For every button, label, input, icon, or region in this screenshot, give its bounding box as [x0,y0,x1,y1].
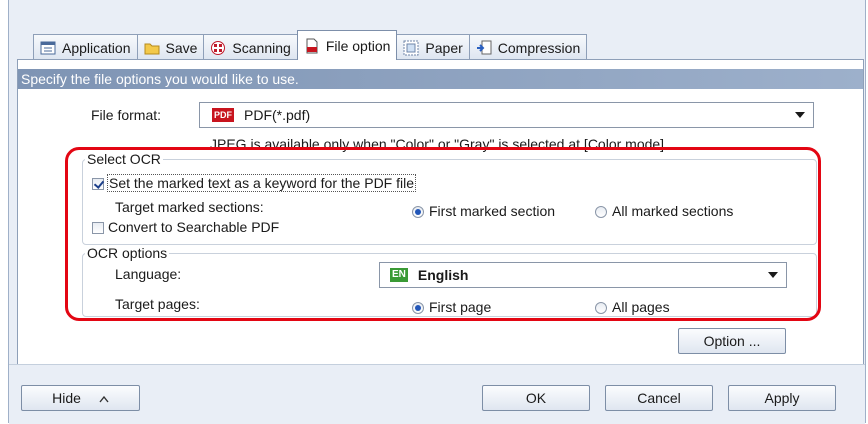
all-marked-radio[interactable] [595,206,607,218]
tab-paper-label: Paper [425,39,463,56]
instruction-banner: Specify the file options you would like … [18,69,863,89]
target-marked-label: Target marked sections: [115,199,264,215]
all-pages-label[interactable]: All pages [612,299,670,315]
chevron-down-icon [795,112,805,118]
keyword-checkbox[interactable] [92,178,104,190]
tab-save[interactable]: Save [136,34,205,60]
keyword-checkbox-label[interactable]: Set the marked text as a keyword for the… [106,174,417,192]
tab-paper[interactable]: Paper [396,34,470,60]
all-marked-label[interactable]: All marked sections [612,203,733,219]
tab-application[interactable]: Application [33,34,138,60]
language-label: Language: [115,266,182,282]
hide-button[interactable]: Hide [21,385,140,411]
file-format-label: File format: [91,107,162,123]
first-page-label[interactable]: First page [429,299,491,315]
first-page-radio[interactable] [412,302,424,314]
application-icon [40,40,56,56]
bottom-bar: Hide OK Cancel Apply [9,364,865,424]
compression-icon [476,40,492,56]
option-button[interactable]: Option ... [678,328,786,354]
paper-icon [403,40,419,56]
language-dropdown[interactable]: EN English [379,262,787,288]
tab-file-option[interactable]: File option [296,30,398,60]
tab-compression-label: Compression [497,39,581,56]
searchable-pdf-label[interactable]: Convert to Searchable PDF [108,219,279,235]
ok-button[interactable]: OK [482,385,590,411]
file-format-value: PDF(*.pdf) [244,107,311,123]
tab-scanning[interactable]: Scanning [203,34,298,60]
cancel-button[interactable]: Cancel [605,385,713,411]
tab-save-label: Save [165,39,198,56]
chevron-down-icon [768,272,778,278]
chevron-up-icon [99,390,109,406]
first-marked-radio[interactable] [412,206,424,218]
scan-settings-window: Application Save Scanning File option Pa… [8,0,866,424]
tab-application-label: Application [62,39,131,56]
select-ocr-title: Select OCR [85,151,163,167]
apply-button[interactable]: Apply [728,385,836,411]
all-pages-radio[interactable] [595,302,607,314]
language-value: English [417,267,469,283]
language-flag-icon: EN [390,268,408,282]
first-marked-label[interactable]: First marked section [429,203,555,219]
target-pages-label: Target pages: [115,296,200,312]
tab-scanning-label: Scanning [232,39,291,56]
tab-file-option-label: File option [325,37,391,54]
file-format-dropdown[interactable]: PDF PDF(*.pdf) [199,102,814,128]
ocr-options-title: OCR options [85,245,170,261]
pdf-icon: PDF [212,108,234,122]
format-note: JPEG is available only when "Color" or "… [210,136,665,152]
folder-icon [144,40,160,56]
file-option-panel: Specify the file options you would like … [17,59,864,365]
file-option-icon [304,38,320,54]
tab-compression[interactable]: Compression [468,34,588,60]
hide-button-label: Hide [52,390,81,406]
tab-strip: Application Save Scanning File option Pa… [33,30,588,60]
scanning-icon [210,40,226,56]
searchable-pdf-checkbox[interactable] [92,222,104,234]
